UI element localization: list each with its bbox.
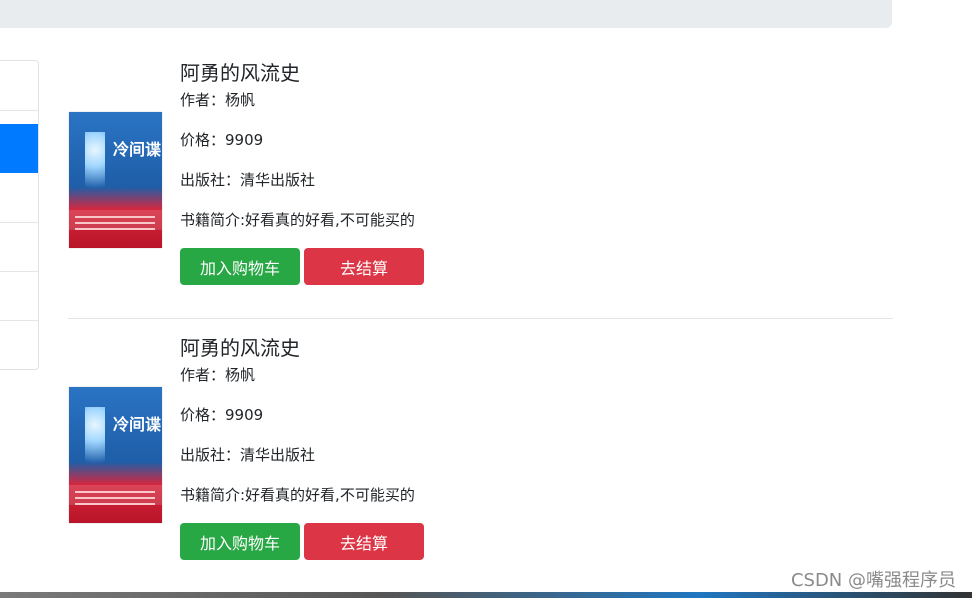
sidebar-item[interactable] bbox=[0, 271, 38, 321]
checkout-button[interactable]: 去结算 bbox=[304, 248, 424, 285]
sidebar-item[interactable] bbox=[0, 173, 38, 223]
sidebar-item[interactable] bbox=[0, 61, 38, 111]
divider bbox=[68, 318, 893, 319]
book-title: 阿勇的风流史 bbox=[180, 336, 300, 360]
book-summary: 书籍简介:好看真的好看,不可能买的 bbox=[180, 486, 415, 504]
add-to-cart-button[interactable]: 加入购物车 bbox=[180, 523, 300, 560]
cover-title: 冷间谍 bbox=[113, 415, 162, 434]
book-price: 价格：9909 bbox=[180, 406, 264, 424]
cover-band bbox=[69, 210, 162, 230]
cover-title: 冷间谍 bbox=[113, 140, 162, 159]
cover-text-lines bbox=[75, 216, 155, 218]
book-publisher: 出版社：清华出版社 bbox=[180, 446, 316, 464]
book-author: 作者：杨帆 bbox=[180, 366, 256, 384]
top-bar bbox=[0, 0, 892, 28]
watermark: CSDN @嘴强程序员 bbox=[790, 570, 956, 591]
sidebar-list bbox=[0, 60, 39, 370]
add-to-cart-button[interactable]: 加入购物车 bbox=[180, 248, 300, 285]
taskbar-strip bbox=[0, 592, 972, 598]
cover-art bbox=[85, 132, 105, 204]
sidebar-item[interactable] bbox=[0, 320, 38, 369]
book-author: 作者：杨帆 bbox=[180, 91, 256, 109]
cover-text-lines bbox=[75, 491, 155, 493]
book-summary: 书籍简介:好看真的好看,不可能买的 bbox=[180, 211, 415, 229]
book-cover-image: 冷间谍 bbox=[69, 112, 162, 248]
book-title: 阿勇的风流史 bbox=[180, 61, 300, 85]
sidebar-item[interactable] bbox=[0, 222, 38, 272]
book-price: 价格：9909 bbox=[180, 131, 264, 149]
cover-band bbox=[69, 485, 162, 505]
sidebar-item-active[interactable] bbox=[0, 124, 38, 173]
book-cover-image: 冷间谍 bbox=[69, 387, 162, 523]
book-publisher: 出版社：清华出版社 bbox=[180, 171, 316, 189]
checkout-button[interactable]: 去结算 bbox=[304, 523, 424, 560]
cover-art bbox=[85, 407, 105, 479]
